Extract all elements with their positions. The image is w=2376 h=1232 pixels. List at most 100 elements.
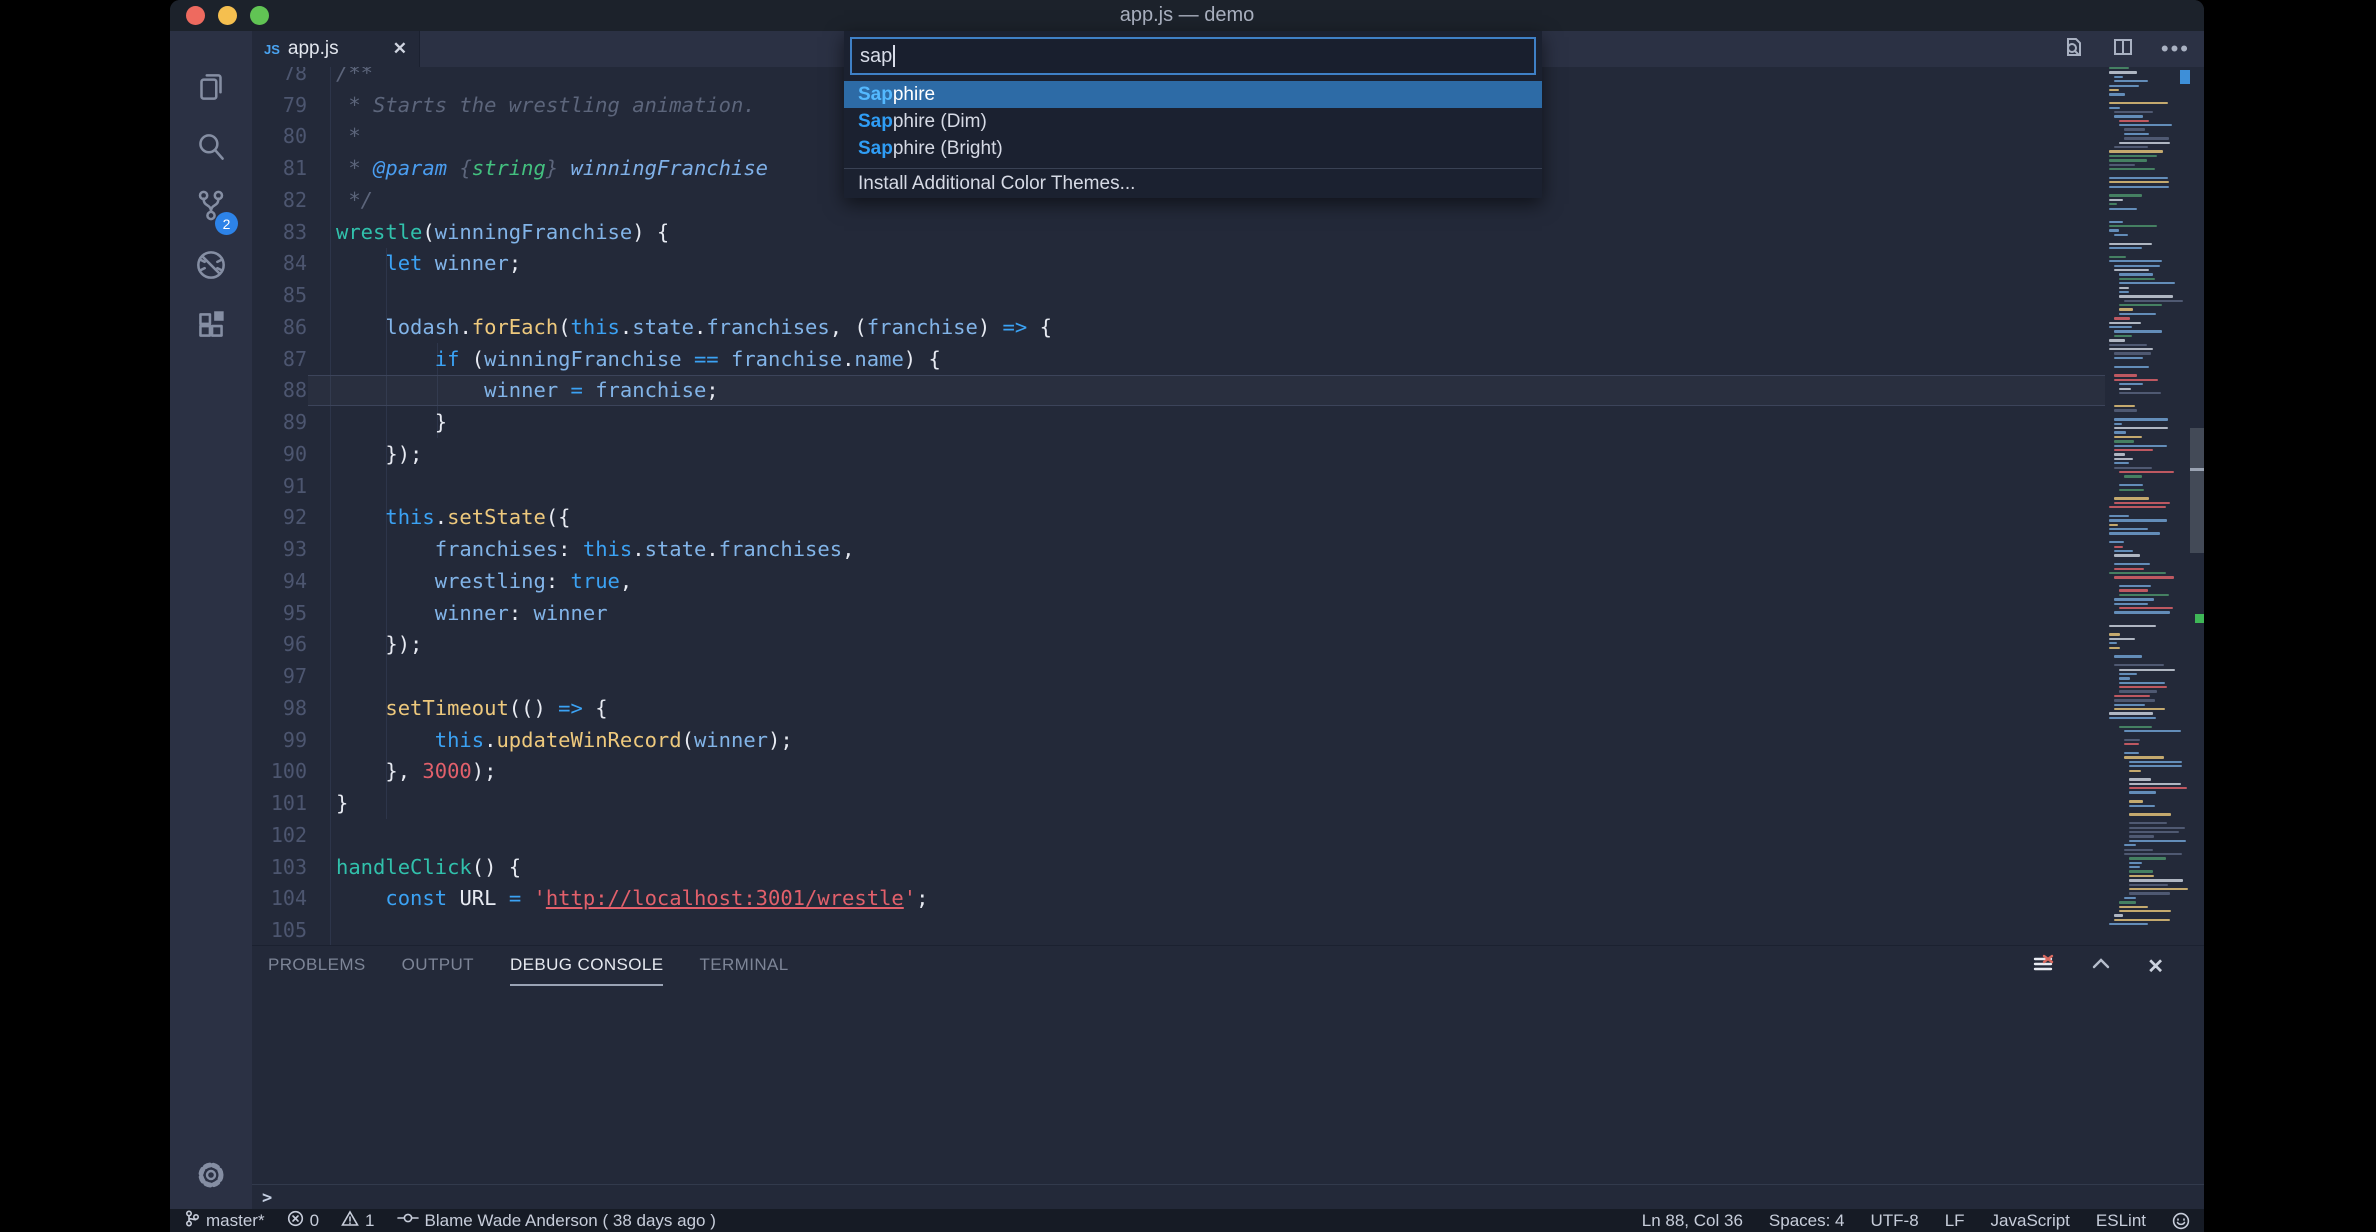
line-number[interactable]: 84 [252,251,307,275]
line-number[interactable]: 81 [252,156,307,180]
clear-console-icon[interactable] [2031,952,2055,981]
minimap-line [2114,453,2125,455]
sidebar-item-extensions[interactable] [170,298,252,356]
sidebar-item-source-control[interactable]: 2 [170,179,252,237]
code-line[interactable]: 98 setTimeout(() => { [252,692,2105,724]
line-number[interactable]: 88 [252,378,307,402]
sidebar-item-debug[interactable] [170,238,252,296]
line-number[interactable]: 80 [252,124,307,148]
open-changes-icon[interactable] [2061,35,2085,64]
code-line[interactable]: 100 }, 3000); [252,756,2105,788]
code-line[interactable]: 85 [252,279,2105,311]
status-item-utf-8[interactable]: UTF-8 [1871,1211,1919,1231]
minimap-line [2109,150,2163,152]
line-number[interactable]: 89 [252,410,307,434]
tab-close-icon[interactable]: ✕ [393,39,407,59]
line-number[interactable]: 102 [252,823,307,847]
code-line[interactable]: 95 winner: winner [252,597,2105,629]
minimap-line [2105,414,2189,416]
minimap[interactable] [2105,67,2189,945]
minimap-line [2114,115,2143,117]
smiley-feedback-icon[interactable] [2172,1212,2190,1230]
line-number[interactable]: 95 [252,601,307,625]
debug-console-input[interactable]: > [252,1184,2204,1211]
minimap-line [2105,480,2189,482]
code-line[interactable]: 86 lodash.forEach(this.state.franchises,… [252,311,2105,343]
theme-option[interactable]: Sapphire (Dim) [844,108,1542,135]
line-number[interactable]: 86 [252,315,307,339]
panel-tab-debug-console[interactable]: DEBUG CONSOLE [510,955,664,978]
panel-tab-terminal[interactable]: TERMINAL [699,955,788,978]
close-panel-icon[interactable]: ✕ [2147,954,2164,979]
code-line[interactable]: 97 [252,660,2105,692]
panel-tab-problems[interactable]: PROBLEMS [268,955,366,978]
line-number[interactable]: 79 [252,93,307,117]
line-number[interactable]: 92 [252,505,307,529]
code-line[interactable]: 94 wrestling: true, [252,565,2105,597]
status-item-warning-triangle[interactable]: 1 [341,1210,374,1232]
line-number[interactable]: 97 [252,664,307,688]
code-line[interactable]: 87 if (winningFranchise == franchise.nam… [252,343,2105,375]
line-number[interactable]: 103 [252,855,307,879]
sidebar-item-explorer[interactable] [170,60,252,118]
code-editor[interactable]: 78/**79 * Starts the wrestling animation… [252,67,2204,945]
status-item-ln-88-col-36[interactable]: Ln 88, Col 36 [1642,1211,1743,1231]
maximize-panel-icon[interactable] [2089,952,2113,981]
install-themes-item[interactable]: Install Additional Color Themes... [844,168,1542,198]
theme-option[interactable]: Sapphire (Bright) [844,135,1542,162]
status-item-commit[interactable]: Blame Wade Anderson ( 38 days ago ) [397,1210,716,1231]
scrollbar-thumb[interactable] [2190,428,2204,553]
code-line[interactable]: 84 let winner; [252,248,2105,280]
status-item-eslint[interactable]: ESLint [2096,1211,2146,1231]
line-number[interactable]: 91 [252,474,307,498]
status-item-lf[interactable]: LF [1945,1211,1965,1231]
editor-scrollbar[interactable] [2190,67,2204,945]
quick-input-field[interactable]: sap [850,37,1536,75]
code-line[interactable]: 91 [252,470,2105,502]
code-line[interactable]: 92 this.setState({ [252,502,2105,534]
line-number[interactable]: 94 [252,569,307,593]
line-number[interactable]: 100 [252,759,307,783]
code-line[interactable]: 102 [252,819,2105,851]
settings-gear-button[interactable] [170,1148,252,1206]
minimap-line [2119,910,2171,912]
line-number[interactable]: 99 [252,728,307,752]
line-number[interactable]: 78 [252,67,307,85]
line-number[interactable]: 90 [252,442,307,466]
code-line[interactable]: 104 const URL = 'http://localhost:3001/w… [252,883,2105,915]
panel-tab-output[interactable]: OUTPUT [402,955,474,978]
line-number[interactable]: 93 [252,537,307,561]
tab-appjs[interactable]: JS app.js ✕ [252,31,420,67]
line-number[interactable]: 85 [252,283,307,307]
line-number[interactable]: 98 [252,696,307,720]
code-line[interactable]: 96 }); [252,629,2105,661]
status-item-error-circle[interactable]: 0 [287,1210,319,1232]
status-item-git-branch[interactable]: master* [184,1210,265,1232]
sidebar-item-search[interactable] [170,120,252,178]
line-number[interactable]: 101 [252,791,307,815]
line-number[interactable]: 96 [252,632,307,656]
theme-option[interactable]: Sapphire [844,81,1542,108]
status-item-spaces-4[interactable]: Spaces: 4 [1769,1211,1845,1231]
code-line[interactable]: 89 } [252,406,2105,438]
line-number[interactable]: 104 [252,886,307,910]
minimap-line [2119,484,2143,486]
line-number[interactable]: 83 [252,220,307,244]
minimap-line [2124,739,2140,741]
code-line[interactable]: 101} [252,787,2105,819]
error-circle-icon [287,1210,304,1232]
minimap-line [2129,857,2166,859]
line-number[interactable]: 87 [252,347,307,371]
code-line[interactable]: 90 }); [252,438,2105,470]
code-line[interactable]: 88 winner = franchise; [252,375,2105,407]
line-number[interactable]: 82 [252,188,307,212]
status-item-javascript[interactable]: JavaScript [1991,1211,2070,1231]
line-number[interactable]: 105 [252,918,307,942]
code-line[interactable]: 105 [252,914,2105,945]
more-actions-icon[interactable]: ••• [2161,44,2190,54]
code-line[interactable]: 99 this.updateWinRecord(winner); [252,724,2105,756]
code-line[interactable]: 93 franchises: this.state.franchises, [252,533,2105,565]
code-line[interactable]: 103handleClick() { [252,851,2105,883]
code-line[interactable]: 83wrestle(winningFranchise) { [252,216,2105,248]
split-editor-icon[interactable] [2111,35,2135,64]
